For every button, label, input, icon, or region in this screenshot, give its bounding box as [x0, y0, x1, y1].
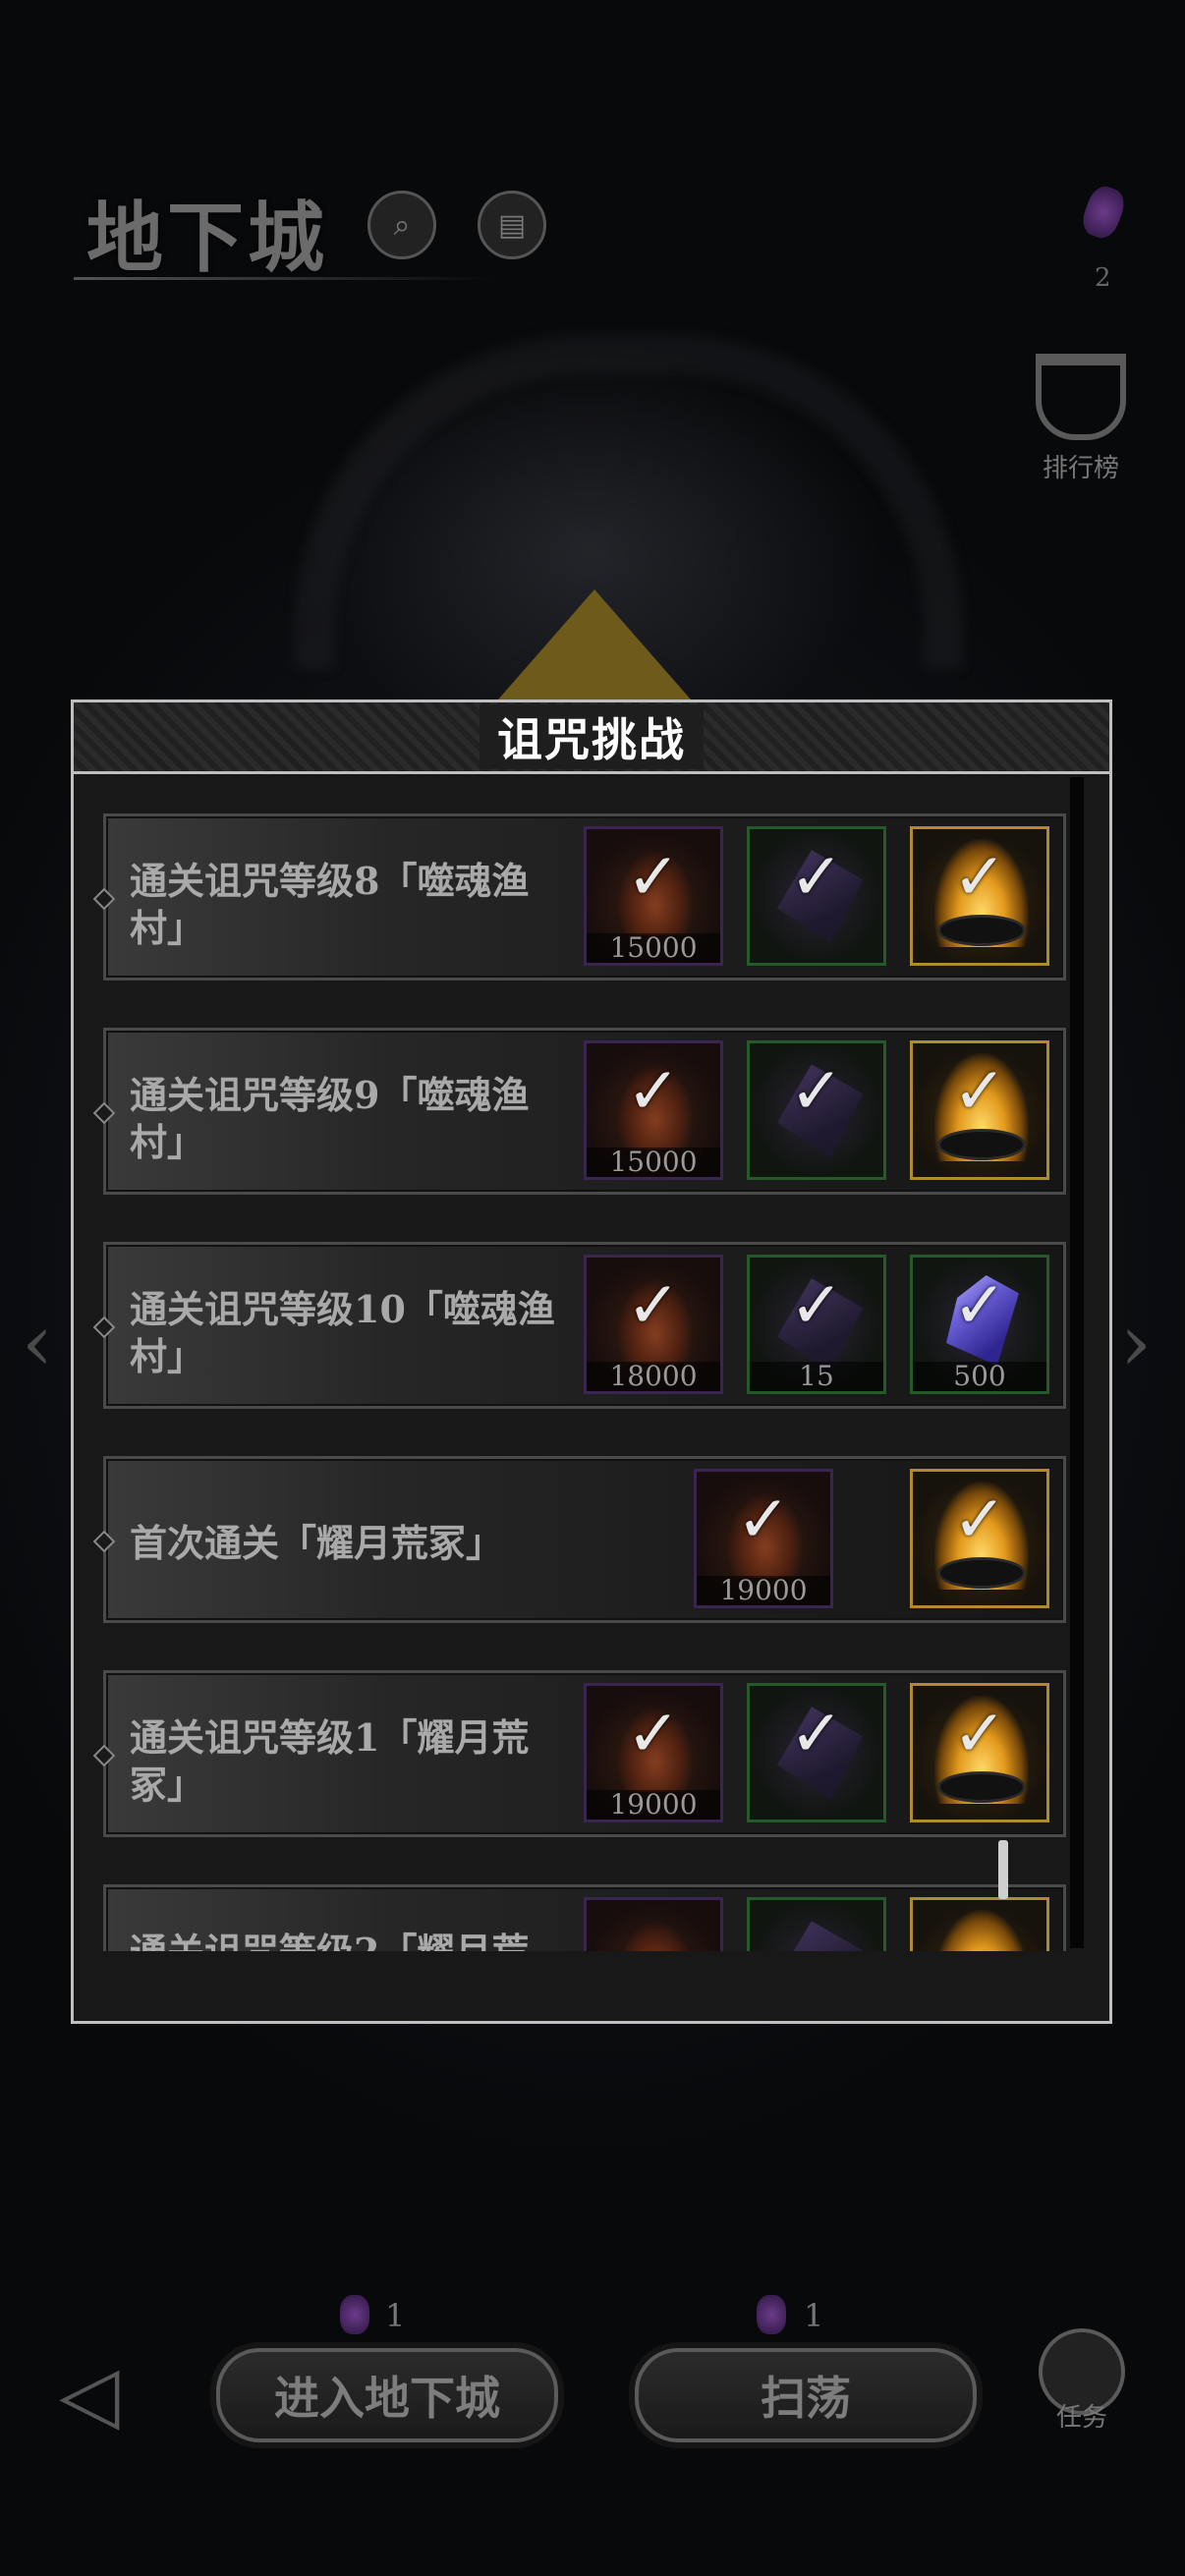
title-underline: [74, 277, 496, 280]
reward-quantity: 500: [913, 1362, 1046, 1391]
challenge-row: 通关诅咒等级8「噬魂渔村」 ✓ 15000 ✓ ✓: [103, 813, 1066, 980]
reward-quantity: 15: [750, 1362, 883, 1391]
reward-item-flame[interactable]: ✓ 19000: [694, 1469, 833, 1608]
claimed-check-icon: ✓: [952, 839, 1007, 915]
claimed-check-icon: ✓: [952, 1482, 1007, 1557]
reward-item-gold-fire[interactable]: ✓: [910, 1040, 1049, 1180]
reward-item-gold-fire[interactable]: ✓: [910, 826, 1049, 966]
reward-item-flame[interactable]: ✓ 19000: [584, 1683, 723, 1822]
reward-item-flame[interactable]: ✓ 15000: [584, 826, 723, 966]
claimed-check-icon: ✓: [789, 1696, 844, 1771]
challenge-row: 通关诅咒等级9「噬魂渔村」 ✓ 15000 ✓ ✓: [103, 1028, 1066, 1195]
claimed-check-icon: ✓: [789, 839, 844, 915]
reward-item-blue-gem[interactable]: ✓ 500: [910, 1255, 1049, 1394]
reward-item-crystal[interactable]: ✓: [747, 1683, 886, 1822]
scrollbar-thumb[interactable]: [998, 1840, 1008, 1899]
reward-item-gold-fire[interactable]: [910, 1897, 1049, 1951]
task-label: 任务: [1055, 2403, 1107, 2433]
trophy-icon: [1036, 354, 1126, 440]
reward-item-flame[interactable]: ✓ 18000: [584, 1255, 723, 1394]
back-arrow-icon[interactable]: ◁: [59, 2348, 120, 2439]
challenge-label: 通关诅咒等级9「噬魂渔村」: [130, 1073, 530, 1164]
claimed-check-icon: ✓: [789, 1267, 844, 1343]
challenge-label: 通关诅咒等级2「耀月荒冢」: [130, 1929, 562, 1951]
reward-item-gold-fire[interactable]: ✓: [910, 1469, 1049, 1608]
reward-item-gold-fire[interactable]: ✓: [910, 1683, 1049, 1822]
claimed-check-icon: ✓: [626, 1696, 681, 1771]
search-icon[interactable]: ⌕: [367, 191, 436, 259]
dialog-title: 诅咒挑战: [480, 704, 704, 769]
challenge-label: 通关诅咒等级8「噬魂渔村」: [130, 859, 530, 950]
reward-item-crystal[interactable]: ✓: [747, 1040, 886, 1180]
claimed-check-icon: ✓: [952, 1053, 1007, 1129]
claimed-check-icon: ✓: [626, 1267, 681, 1343]
reward-item-crystal[interactable]: ✓: [747, 826, 886, 966]
challenge-row: 通关诅咒等级2「耀月荒冢」: [103, 1884, 1066, 1951]
enter-cost: 1: [385, 2297, 406, 2334]
reward-quantity: 19000: [587, 1790, 720, 1820]
challenge-label: 首次通关「耀月荒冢」: [130, 1521, 504, 1565]
task-button[interactable]: 任务: [1028, 2328, 1136, 2446]
claimed-check-icon: ✓: [952, 1267, 1007, 1343]
challenge-label: 通关诅咒等级10「噬魂渔村」: [130, 1287, 555, 1378]
prev-arrow-icon[interactable]: ‹: [22, 1297, 53, 1388]
reward-quantity: 18000: [587, 1362, 720, 1391]
challenge-row: 通关诅咒等级1「耀月荒冢」 ✓ 19000 ✓ ✓: [103, 1670, 1066, 1837]
reward-quantity: 15000: [587, 1148, 720, 1177]
sweep-cost: 1: [804, 2297, 824, 2334]
reward-quantity: 15000: [587, 933, 720, 963]
challenge-label: 通关诅咒等级1「耀月荒冢」: [130, 1715, 530, 1807]
next-arrow-icon[interactable]: ›: [1120, 1297, 1152, 1388]
background-ornament: [491, 589, 698, 707]
dungeon-title: 地下城: [86, 194, 329, 283]
sweep-cost-gem-icon: [757, 2295, 786, 2334]
reward-item-flame[interactable]: [584, 1897, 723, 1951]
reward-item-crystal[interactable]: [747, 1897, 886, 1951]
flame-icon: [618, 1922, 693, 1951]
scrollbar-track[interactable]: [1070, 777, 1084, 1948]
leaderboard-button[interactable]: 排行榜: [1027, 354, 1135, 483]
claimed-check-icon: ✓: [736, 1482, 791, 1557]
crystal-icon: [772, 1917, 867, 1951]
reward-item-flame[interactable]: ✓ 15000: [584, 1040, 723, 1180]
claimed-check-icon: ✓: [952, 1696, 1007, 1771]
leaderboard-label: 排行榜: [1042, 454, 1119, 483]
book-icon[interactable]: ▤: [478, 191, 546, 259]
reward-quantity: 19000: [697, 1576, 830, 1605]
dialog-header: 诅咒挑战: [74, 702, 1109, 774]
enter-cost-gem-icon: [340, 2295, 369, 2334]
challenge-row: 通关诅咒等级10「噬魂渔村」 ✓ 18000 ✓ 15 ✓ 500: [103, 1242, 1066, 1409]
claimed-check-icon: ✓: [626, 1053, 681, 1129]
enter-dungeon-button[interactable]: 进入地下城: [216, 2348, 558, 2442]
soul-gem-count: 2: [1095, 263, 1111, 293]
challenge-list[interactable]: 通关诅咒等级8「噬魂渔村」 ✓ 15000 ✓ ✓ 通关诅咒等级9「噬魂渔村」 ✓ 15000…: [74, 774, 1109, 1951]
reward-item-crystal[interactable]: ✓ 15: [747, 1255, 886, 1394]
sweep-button[interactable]: 扫荡: [635, 2348, 977, 2442]
curse-challenge-dialog: 诅咒挑战 通关诅咒等级8「噬魂渔村」 ✓ 15000 ✓ ✓ 通关诅咒等级9「噬魂渔村」 ✓…: [71, 700, 1112, 2024]
claimed-check-icon: ✓: [789, 1053, 844, 1129]
gold-fire-icon: [934, 1910, 1029, 1951]
claimed-check-icon: ✓: [626, 839, 681, 915]
challenge-row: 首次通关「耀月荒冢」 ✓ 19000 ✓: [103, 1456, 1066, 1623]
